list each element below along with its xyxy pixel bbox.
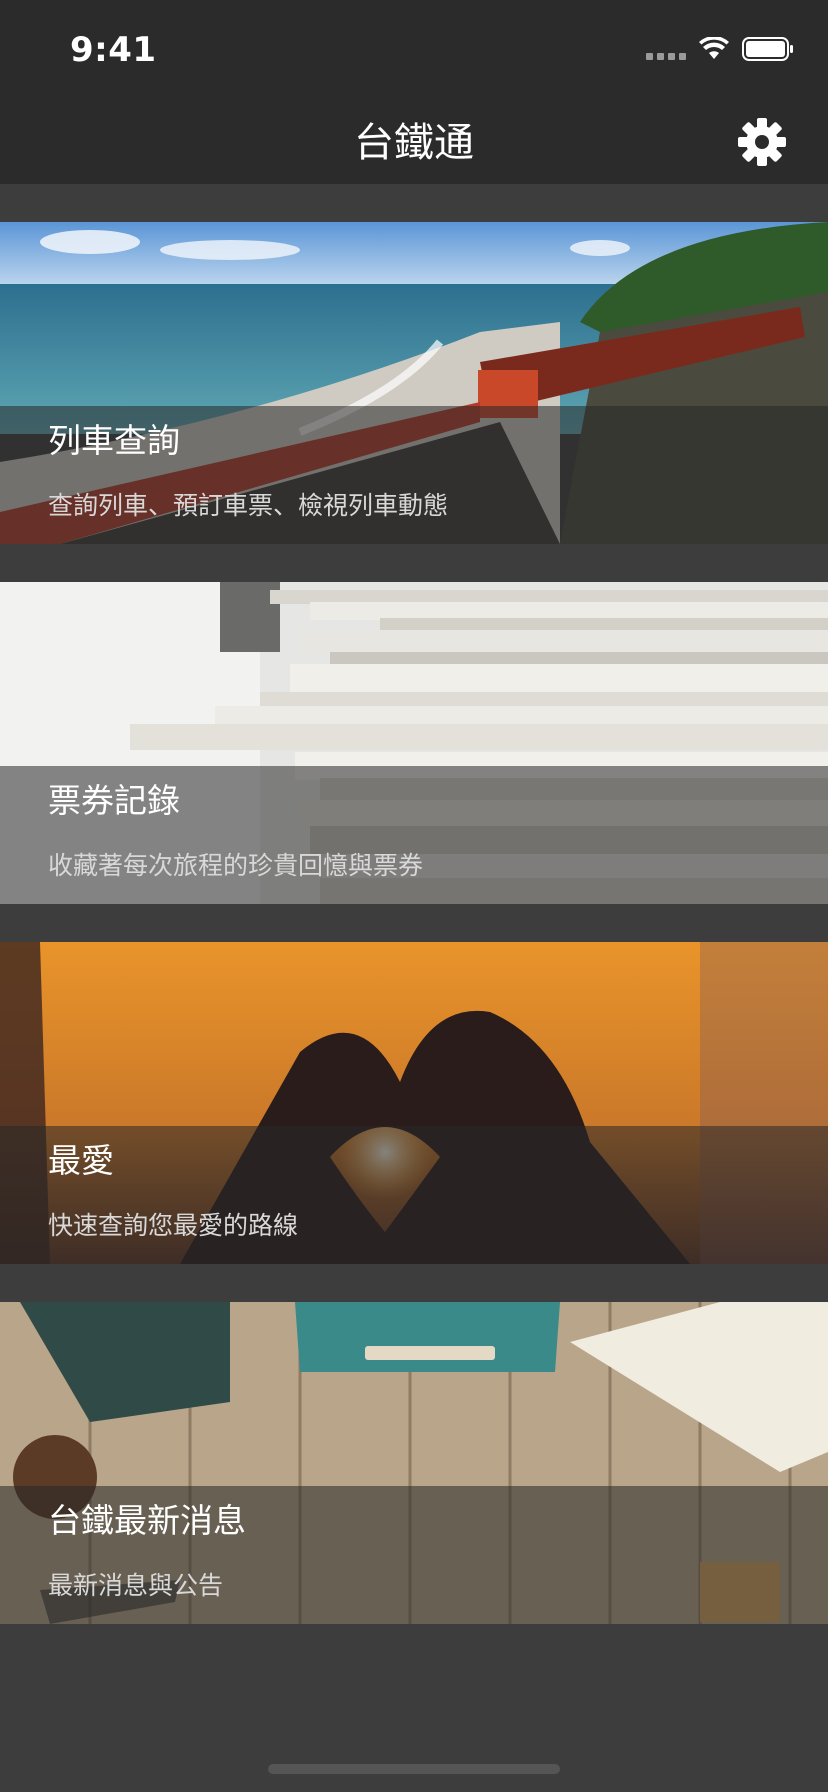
card-caption (0, 1126, 828, 1264)
status-time: 9:41 (70, 30, 157, 70)
page-title: 台鐵通 (354, 120, 474, 166)
home-indicator[interactable] (268, 1764, 560, 1774)
nav-bar: 台鐵通 (0, 92, 828, 184)
signal-icon (646, 38, 686, 60)
card-title: 票券記錄 (48, 781, 180, 820)
battery-icon (742, 36, 794, 62)
card-subtitle: 收藏著每次旅程的珍貴回憶與票券 (48, 851, 424, 880)
train-search-card[interactable]: 列車查詢 查詢列車、預訂車票、檢視列車動態 (0, 222, 828, 544)
status-bar: 9:41 (0, 0, 828, 92)
ticket-records-card[interactable]: 票券記錄 收藏著每次旅程的珍貴回憶與票券 (0, 582, 828, 904)
news-card[interactable]: 台鐵最新消息 最新消息與公告 (0, 1302, 828, 1624)
wifi-icon (698, 37, 730, 61)
card-subtitle: 最新消息與公告 (48, 1571, 224, 1600)
card-title: 列車查詢 (48, 421, 180, 460)
card-title: 最愛 (48, 1141, 114, 1180)
card-title: 台鐵最新消息 (48, 1501, 246, 1540)
settings-button[interactable] (736, 116, 788, 168)
status-icons (646, 36, 794, 62)
gear-icon (738, 118, 786, 166)
favorites-card[interactable]: 最愛 快速查詢您最愛的路線 (0, 942, 828, 1264)
card-subtitle: 查詢列車、預訂車票、檢視列車動態 (48, 491, 449, 520)
card-subtitle: 快速查詢您最愛的路線 (48, 1211, 299, 1240)
